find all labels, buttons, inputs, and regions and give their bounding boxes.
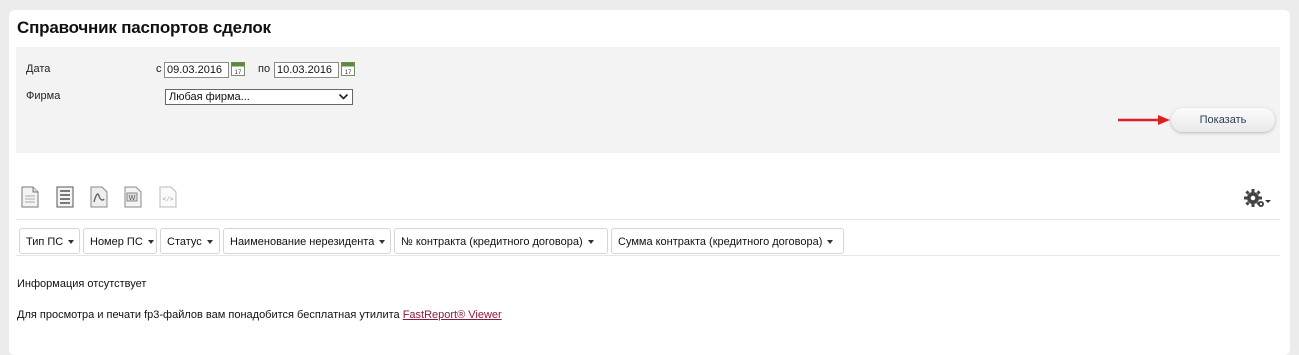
show-button[interactable]: Показать xyxy=(1171,108,1275,132)
header-separator xyxy=(16,255,1280,256)
main-panel: Справочник паспортов сделок Дата с 09.03… xyxy=(9,10,1290,355)
caret-down-icon xyxy=(147,240,154,245)
column-header-type[interactable]: Тип ПС xyxy=(19,228,80,254)
list-document-icon[interactable] xyxy=(56,186,74,208)
column-header-label: Статус xyxy=(167,236,202,248)
column-header-status[interactable]: Статус xyxy=(160,228,220,254)
caret-down-icon xyxy=(379,240,386,245)
column-header-label: Сумма контракта (кредитного договора) xyxy=(618,236,823,248)
firm-label: Фирма xyxy=(26,90,61,102)
firm-select-value: Любая фирма... xyxy=(169,91,250,103)
viewer-note-text: Для просмотра и печати fp3-файлов вам по… xyxy=(17,309,400,321)
column-header-label: № контракта (кредитного договора) xyxy=(401,236,583,248)
toolbar-separator xyxy=(16,219,1280,220)
calendar-to-icon[interactable]: 17 xyxy=(341,62,355,76)
column-header-label: Тип ПС xyxy=(26,236,64,248)
document-icon[interactable] xyxy=(21,186,39,208)
svg-text:</>: </> xyxy=(163,196,174,203)
caret-down-icon xyxy=(827,240,834,245)
pdf-icon[interactable] xyxy=(90,186,108,208)
filter-panel: Дата с 09.03.2016 17 по 10.03.2016 17 Фи… xyxy=(16,47,1280,153)
caret-down-icon xyxy=(206,240,213,245)
settings-gear-icon[interactable] xyxy=(1242,188,1272,210)
column-header-contract-number[interactable]: № контракта (кредитного договора) xyxy=(394,228,608,254)
red-arrow-icon xyxy=(1118,115,1170,125)
caret-down-icon xyxy=(587,240,594,245)
fastreport-viewer-link[interactable]: FastReport® Viewer xyxy=(403,309,502,321)
date-label: Дата xyxy=(26,63,51,75)
svg-text:W: W xyxy=(129,195,136,202)
column-header-contract-sum[interactable]: Сумма контракта (кредитного договора) xyxy=(611,228,844,254)
viewer-note: Для просмотра и печати fp3-файлов вам по… xyxy=(17,309,502,321)
word-icon[interactable]: W xyxy=(124,186,142,208)
date-to-prefix: по xyxy=(258,63,271,75)
xml-code-icon[interactable]: </> xyxy=(159,186,177,208)
empty-message: Информация отсутствует xyxy=(17,278,147,290)
calendar-to-day: 17 xyxy=(345,70,352,76)
date-to-field[interactable]: 10.03.2016 xyxy=(274,62,339,78)
caret-down-icon xyxy=(68,240,75,245)
page-title: Справочник паспортов сделок xyxy=(17,18,271,37)
date-from-prefix: с xyxy=(156,63,162,75)
column-header-label: Номер ПС xyxy=(90,236,143,248)
calendar-from-icon[interactable]: 17 xyxy=(231,62,245,76)
chevron-down-icon xyxy=(338,93,349,100)
column-header-label: Наименование нерезидента xyxy=(230,236,375,248)
column-header-nonresident[interactable]: Наименование нерезидента xyxy=(223,228,391,254)
calendar-from-day: 17 xyxy=(235,70,242,76)
firm-select[interactable]: Любая фирма... xyxy=(165,89,353,105)
column-header-number[interactable]: Номер ПС xyxy=(83,228,157,254)
date-from-field[interactable]: 09.03.2016 xyxy=(164,62,229,78)
